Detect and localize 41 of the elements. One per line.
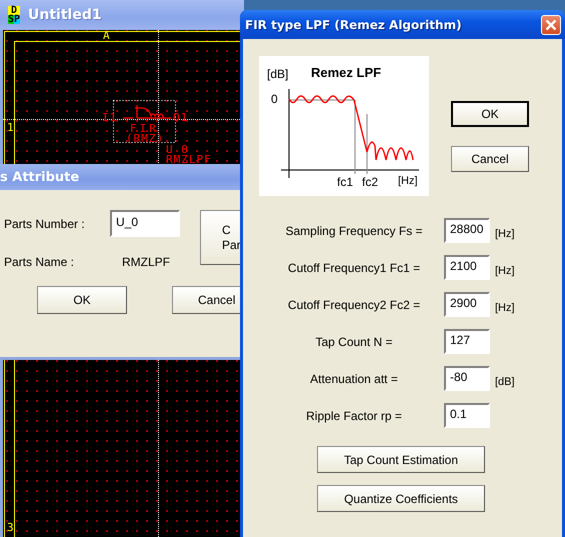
filter-response-drawing: [dB] Remez LPF 0 fc1 fc2 [Hz]	[259, 56, 429, 196]
field-label: Parts Name :	[4, 254, 76, 268]
parameter-field[interactable]: 2900	[444, 292, 490, 317]
parameter-field[interactable]: 28800	[444, 218, 490, 243]
parameter-label: Sampling Frequency Fs =	[284, 224, 424, 238]
cancel-button[interactable]: Cancel	[451, 146, 529, 172]
row-label: 1	[7, 122, 14, 134]
row-label: 3	[7, 522, 14, 534]
parameter-field[interactable]: 2100	[444, 255, 490, 280]
parts-number-field[interactable]: U_0	[110, 210, 180, 237]
unit-label: [Hz]	[495, 264, 515, 276]
parameter-field[interactable]: 0.1	[444, 403, 490, 428]
dialog-title: s Attribute	[0, 170, 80, 184]
window-title: Untitled1	[28, 7, 102, 23]
action-button[interactable]: Tap Count Estimation	[317, 446, 485, 473]
unit-label: [dB]	[495, 376, 515, 388]
ok-button[interactable]: OK	[37, 286, 127, 314]
parameter-label: Tap Count N =	[314, 334, 394, 348]
cancel-button[interactable]: Cancel	[172, 286, 242, 314]
pin-label: O1	[173, 112, 188, 123]
parameter-label: Attenuation att =	[309, 372, 399, 386]
close-button[interactable]	[541, 14, 561, 34]
part-name: RMZLPF	[166, 154, 212, 165]
pin-label: I1	[102, 112, 118, 123]
close-icon	[545, 18, 557, 30]
unit-label: [Hz]	[495, 302, 515, 314]
parameter-field[interactable]: 127	[444, 329, 490, 354]
field-value: RMZLPF	[121, 254, 170, 268]
parameter-label: Cutoff Frequency1 Fc1 =	[286, 260, 422, 274]
action-button[interactable]: Quantize Coefficients	[317, 485, 485, 512]
part-reference: U_0	[166, 144, 189, 155]
parameter-label: Ripple Factor rp =	[305, 408, 403, 422]
ok-button[interactable]: OK	[451, 101, 529, 127]
field-label: Parts Number :	[4, 216, 86, 230]
side-button[interactable]: C Par	[200, 210, 242, 265]
unit-label: [Hz]	[495, 228, 515, 240]
part-label: FIR	[130, 123, 159, 134]
part-label: (RMZ)	[126, 133, 164, 144]
parameter-field[interactable]: -80	[444, 366, 490, 391]
dialog-title: FIR type LPF (Remez Algorithm)	[245, 18, 462, 32]
parameter-label: Cutoff Frequency2 Fc2 =	[286, 298, 422, 312]
